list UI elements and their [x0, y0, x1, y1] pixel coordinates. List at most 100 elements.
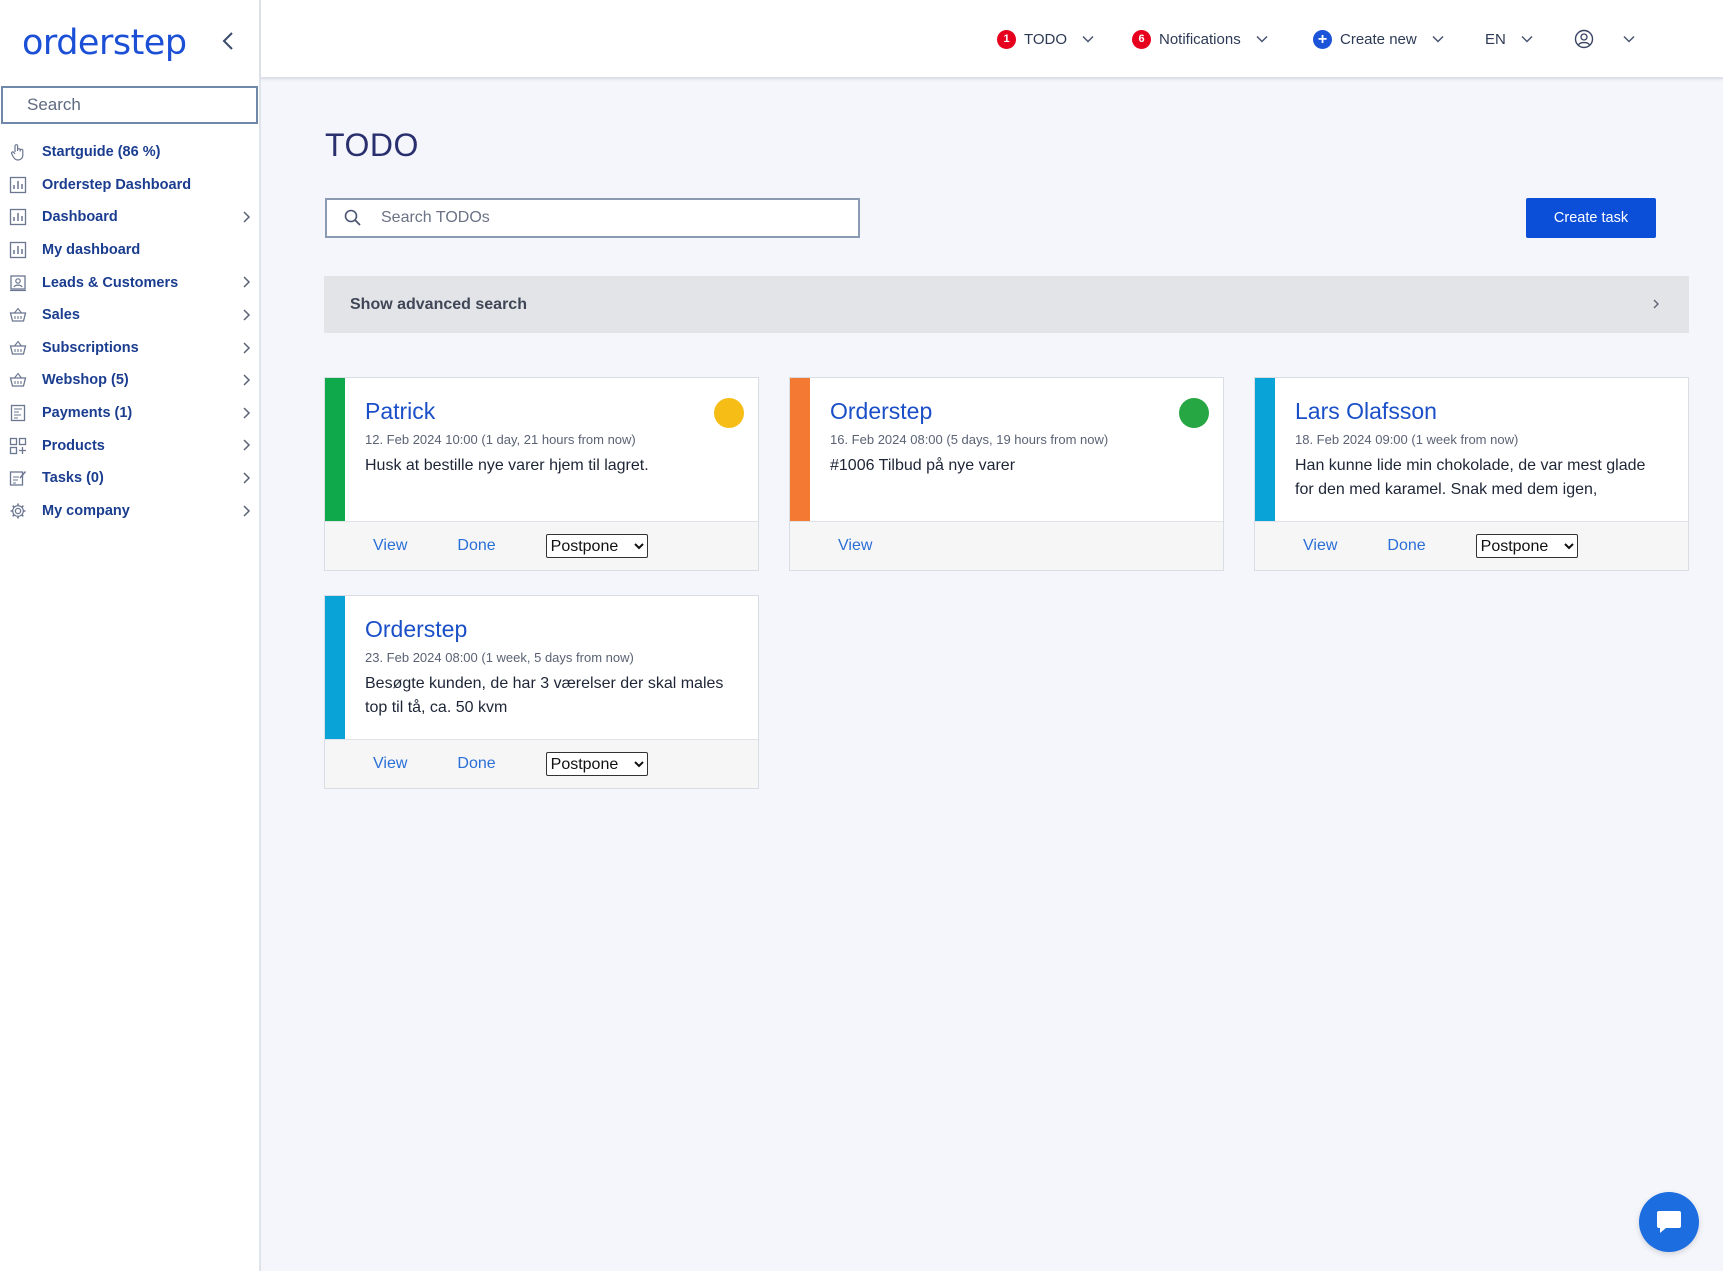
user-circle-icon [1574, 29, 1594, 49]
card-text: Husk at bestille nye varer hjem til lagr… [365, 457, 649, 474]
view-link[interactable]: View [1303, 537, 1337, 555]
card-text: #1006 Tilbud på nye varer [830, 457, 1016, 474]
sidebar-item-label: Products [42, 437, 105, 454]
card-title[interactable]: Orderstep [830, 398, 1203, 425]
chevron-down-icon [1432, 35, 1444, 43]
chevron-right-icon [243, 472, 251, 484]
sidebar-item-my-dashboard[interactable]: My dashboard [0, 234, 259, 267]
status-indicator [714, 398, 744, 428]
chevron-down-icon [1082, 35, 1094, 43]
create-task-button[interactable]: Create task [1526, 198, 1656, 238]
todo-card: Orderstep 23. Feb 2024 08:00 (1 week, 5 … [324, 595, 759, 789]
done-link[interactable]: Done [457, 537, 495, 555]
view-link[interactable]: View [373, 537, 407, 555]
chat-button[interactable] [1639, 1192, 1699, 1252]
sidebar-item-label: My dashboard [42, 242, 141, 259]
sidebar-item-webshop[interactable]: Webshop (5) [0, 364, 259, 397]
postpone-select[interactable]: Postpone [545, 534, 648, 558]
advanced-search-label: Show advanced search [350, 295, 527, 313]
card-date: 12. Feb 2024 10:00 (1 day, 21 hours from… [365, 432, 636, 447]
todo-card: Patrick 12. Feb 2024 10:00 (1 day, 21 ho… [324, 377, 759, 571]
chat-bubble-icon [1657, 1211, 1681, 1233]
view-link[interactable]: View [838, 537, 872, 555]
notifications-menu[interactable]: 6 Notifications [1132, 26, 1269, 52]
view-link[interactable]: View [373, 755, 407, 773]
create-new-menu[interactable]: + Create new [1313, 26, 1445, 52]
sidebar-item-products[interactable]: Products [0, 429, 259, 462]
postpone-select[interactable]: Postpone [1475, 534, 1578, 558]
chevron-right-icon [243, 342, 251, 354]
create-new-label: Create new [1340, 30, 1417, 48]
chevron-right-icon [243, 211, 251, 223]
plus-icon: + [1313, 29, 1332, 49]
sidebar-item-tasks[interactable]: Tasks (0) [0, 462, 259, 495]
todo-search [325, 198, 860, 238]
notifications-menu-label: Notifications [1159, 30, 1241, 48]
card-actions: View Done Postpone [325, 739, 758, 788]
card-body: Lars Olafsson 18. Feb 2024 09:00 (1 week… [1255, 378, 1688, 521]
chevron-down-icon [1623, 35, 1635, 43]
card-body: Orderstep 16. Feb 2024 08:00 (5 days, 19… [790, 378, 1223, 521]
sidebar-item-label: Leads & Customers [42, 274, 179, 291]
card-title[interactable]: Lars Olafsson [1295, 398, 1668, 425]
chevron-right-icon [243, 439, 251, 451]
card-text: Han kunne lide min chokolade, de var mes… [1295, 457, 1646, 498]
sidebar-item-sales[interactable]: Sales [0, 299, 259, 332]
sidebar-search-input[interactable] [27, 95, 256, 115]
sidebar-item-subscriptions[interactable]: Subscriptions [0, 332, 259, 365]
chart-icon [8, 175, 28, 195]
page-title: TODO [325, 127, 419, 163]
chart-icon [8, 240, 28, 260]
topbar: 1 TODO 6 Notifications + Create new EN [261, 0, 1723, 79]
collapse-sidebar-button[interactable] [214, 27, 242, 55]
sidebar-item-orderstep-dashboard[interactable]: Orderstep Dashboard [0, 169, 259, 202]
sidebar-item-label: My company [42, 502, 130, 519]
sidebar-item-dashboard[interactable]: Dashboard [0, 201, 259, 234]
card-title[interactable]: Orderstep [365, 616, 738, 643]
card-title[interactable]: Patrick [365, 398, 738, 425]
card-actions: View [790, 521, 1223, 570]
sidebar-item-label: Webshop (5) [42, 372, 129, 389]
todo-menu[interactable]: 1 TODO [997, 26, 1095, 52]
sidebar-item-label: Sales [42, 307, 80, 324]
sidebar-item-leads-customers[interactable]: Leads & Customers [0, 266, 259, 299]
sidebar-item-payments[interactable]: Payments (1) [0, 397, 259, 430]
language-menu[interactable]: EN [1485, 26, 1534, 52]
contact-card-icon [8, 273, 28, 293]
card-date: 16. Feb 2024 08:00 (5 days, 19 hours fro… [830, 432, 1109, 447]
basket-icon [8, 305, 28, 325]
chevron-right-icon [243, 309, 251, 321]
done-link[interactable]: Done [457, 755, 495, 773]
sidebar-item-label: Startguide (86 %) [42, 144, 161, 161]
search-icon [344, 209, 361, 226]
chevron-right-icon [243, 505, 251, 517]
chevron-right-icon [243, 276, 251, 288]
chevron-down-icon [1521, 35, 1533, 43]
sidebar-nav: Startguide (86 %) Orderstep Dashboard Da… [0, 124, 259, 527]
grid-plus-icon [8, 436, 28, 456]
card-date: 23. Feb 2024 08:00 (1 week, 5 days from … [365, 650, 634, 665]
user-menu[interactable] [1574, 26, 1636, 52]
todo-search-input[interactable] [381, 209, 801, 227]
chart-icon [8, 207, 28, 227]
card-actions: View Done Postpone [325, 521, 758, 570]
todo-card: Lars Olafsson 18. Feb 2024 09:00 (1 week… [1254, 377, 1689, 571]
sidebar-item-label: Orderstep Dashboard [42, 176, 192, 193]
done-link[interactable]: Done [1387, 537, 1425, 555]
gear-icon [8, 501, 28, 521]
sidebar-item-label: Subscriptions [42, 339, 139, 356]
sidebar-item-startguide[interactable]: Startguide (86 %) [0, 136, 259, 169]
orderstep-logo[interactable]: orderstep [22, 23, 187, 63]
sidebar-item-label: Dashboard [42, 209, 118, 226]
todo-menu-label: TODO [1024, 30, 1068, 48]
language-label: EN [1485, 30, 1506, 48]
card-text: Besøgte kunden, de har 3 værelser der sk… [365, 675, 724, 716]
card-actions: View Done Postpone [1255, 521, 1688, 570]
sidebar-item-my-company[interactable]: My company [0, 495, 259, 528]
chevron-right-icon [1653, 299, 1659, 309]
postpone-select[interactable]: Postpone [545, 752, 648, 776]
chevron-left-icon [222, 32, 233, 50]
status-indicator [1179, 398, 1209, 428]
sidebar-item-label: Payments (1) [42, 405, 133, 422]
advanced-search-toggle[interactable]: Show advanced search [324, 276, 1689, 333]
